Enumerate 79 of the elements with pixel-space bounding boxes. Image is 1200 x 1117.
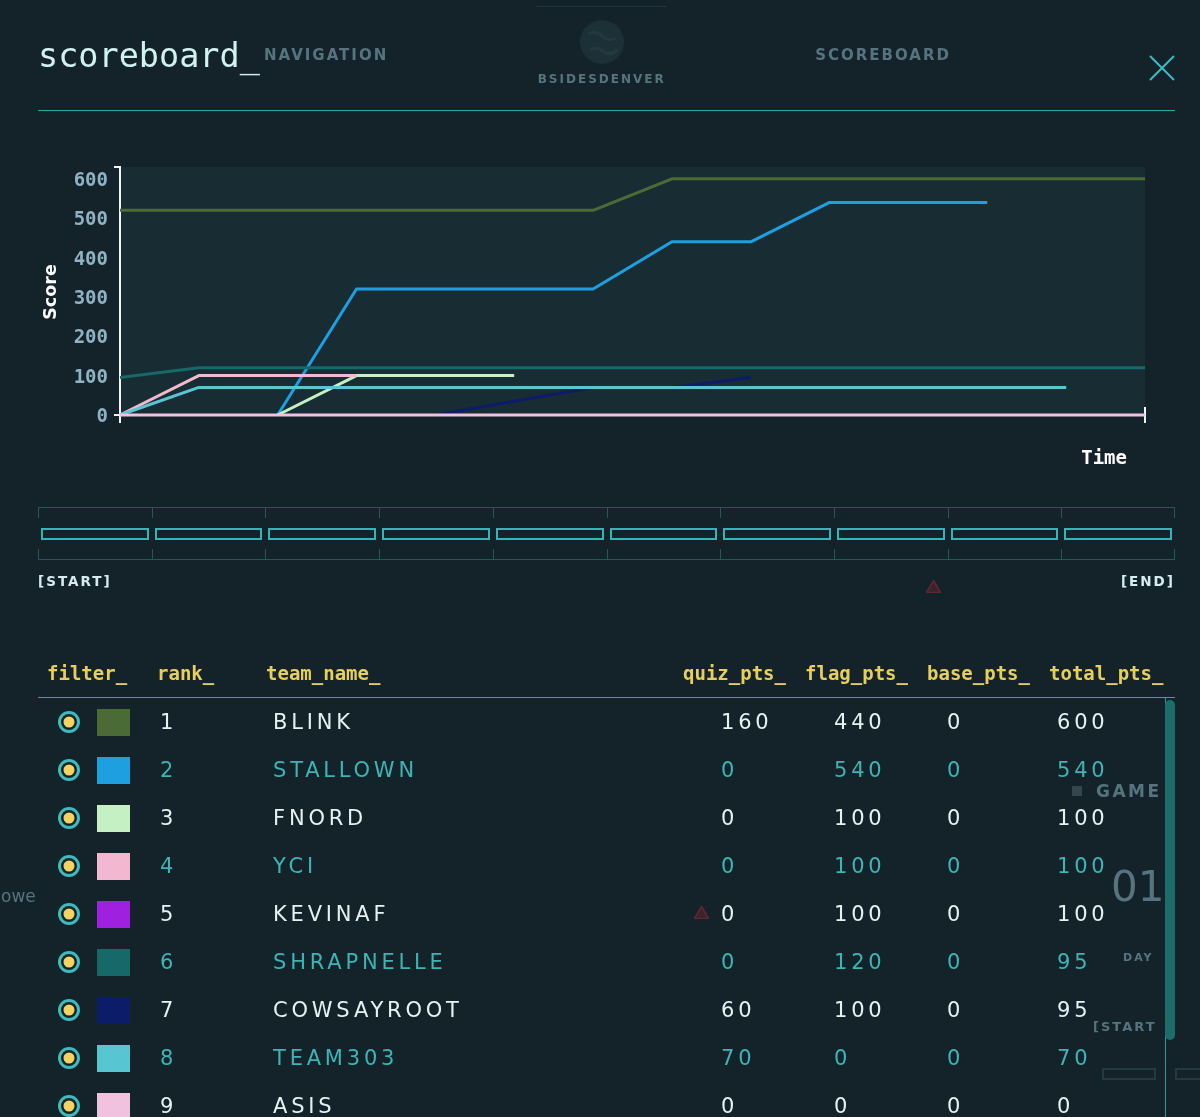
points-value: 70 (1057, 1046, 1092, 1070)
axis-title: Score (40, 264, 60, 320)
points-value: 100 (834, 806, 886, 830)
points-value: 0 (721, 950, 739, 974)
rank-text: 5 (160, 902, 178, 926)
points-value: 0 (834, 1094, 852, 1117)
points-value: 540 (1057, 758, 1109, 782)
points-value: 0 (947, 998, 965, 1022)
rank-text: 8 (160, 1046, 178, 1070)
points-value: 0 (721, 1094, 739, 1117)
points-value: 95 (1057, 950, 1092, 974)
column-header: base_pts_ (927, 661, 1030, 685)
column-header: filter_ (47, 661, 128, 685)
points-value: 0 (947, 1094, 965, 1117)
points-value: 0 (1057, 1094, 1075, 1117)
column-header: total_pts_ (1049, 661, 1164, 685)
points-value: 95 (1057, 998, 1092, 1022)
axis-tick-label: 500 (73, 207, 108, 230)
column-header: rank_ (157, 661, 215, 685)
column-header: flag_pts_ (805, 661, 908, 685)
points-value: 0 (947, 710, 965, 734)
team-name: ASIS (273, 1094, 336, 1117)
points-value: 100 (834, 854, 886, 878)
points-value: 100 (1057, 902, 1109, 926)
rank-text: 7 (160, 998, 178, 1022)
axis-tick-label: 100 (73, 364, 108, 387)
axis-tick-label: 0 (96, 404, 108, 426)
axis-tick-label: 600 (73, 167, 108, 190)
points-value: 0 (721, 854, 739, 878)
team-name: YCI (273, 854, 317, 878)
side-text: owe (1, 886, 36, 906)
axis-title: Time (1081, 446, 1127, 468)
points-value: 440 (834, 710, 886, 734)
points-value: 600 (1057, 710, 1109, 734)
team-name: TEAM303 (273, 1046, 399, 1070)
rank-text: 1 (160, 710, 178, 734)
points-value: 0 (947, 806, 965, 830)
timeline-end-label: [END] (1120, 573, 1175, 589)
team-name: SHRAPNELLE (273, 950, 447, 974)
points-value: 100 (834, 902, 886, 926)
panel-title: GAME (1096, 782, 1162, 800)
rank-text: 4 (160, 854, 178, 878)
team-name: STALLOWN (273, 758, 418, 782)
points-value: 100 (1057, 806, 1109, 830)
points-value: 0 (721, 758, 739, 782)
axis-tick-label: 200 (73, 325, 108, 348)
day-counter: 01 (1111, 866, 1165, 908)
points-value: 60 (721, 998, 756, 1022)
brand-name: BSIDESDENVER (537, 72, 666, 86)
rank-text: 9 (160, 1094, 178, 1117)
points-value: 0 (721, 902, 739, 926)
points-value: 0 (947, 950, 965, 974)
start-label: [START (1093, 1019, 1157, 1035)
points-value: 540 (834, 758, 886, 782)
team-name: FNORD (273, 806, 368, 830)
points-value: 160 (721, 710, 773, 734)
points-value: 100 (1057, 854, 1109, 878)
modal-title: scoreboard_ (38, 36, 260, 76)
points-value: 70 (721, 1046, 756, 1070)
rank-text: 6 (160, 950, 178, 974)
team-name: COWSAYROOT (273, 998, 463, 1022)
team-name: BLINK (273, 710, 354, 734)
rank-text: 3 (160, 806, 178, 830)
points-value: 0 (947, 854, 965, 878)
rank-text: 2 (160, 758, 178, 782)
timeline-start-label: [START] (38, 573, 112, 589)
points-value: 0 (947, 1046, 965, 1070)
points-value: 120 (834, 950, 886, 974)
axis-tick-label: 300 (73, 285, 108, 308)
column-header: quiz_pts_ (683, 661, 786, 685)
day-label: DAY (1123, 951, 1154, 964)
points-value: 100 (834, 998, 886, 1022)
points-value: 0 (947, 902, 965, 926)
points-value: 0 (834, 1046, 852, 1070)
points-value: 0 (947, 758, 965, 782)
column-header: team_name_ (266, 661, 381, 685)
points-value: 0 (721, 806, 739, 830)
team-name: KEVINAF (273, 902, 390, 926)
axis-tick-label: 400 (73, 246, 108, 269)
